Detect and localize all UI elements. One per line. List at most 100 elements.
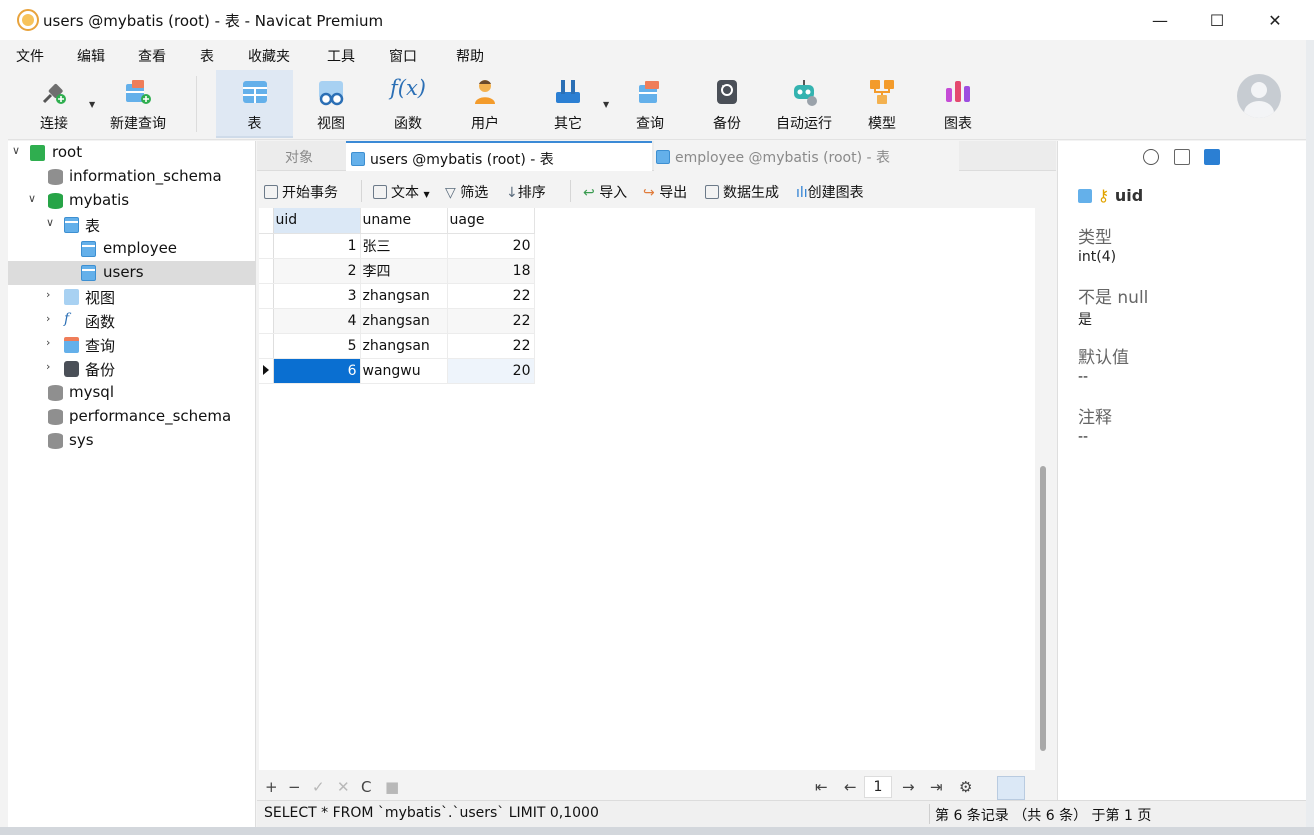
- row-header[interactable]: [259, 358, 274, 384]
- other-dropdown-icon[interactable]: ▼: [603, 100, 609, 109]
- close-button[interactable]: ✕: [1246, 0, 1304, 40]
- info-icon[interactable]: [1143, 149, 1159, 165]
- grid-view-button[interactable]: [997, 776, 1025, 800]
- sort-button[interactable]: ↓排序: [506, 182, 546, 202]
- tab-objects[interactable]: 对象: [285, 141, 313, 171]
- cell-uage[interactable]: 22: [447, 308, 535, 334]
- tree-item-information-schema[interactable]: information_schema: [8, 165, 256, 189]
- menu-tools[interactable]: 工具: [327, 46, 355, 66]
- new-query-button[interactable]: 新建查询: [102, 70, 174, 138]
- export-button[interactable]: ↪ 导出: [643, 182, 687, 202]
- previous-page-button[interactable]: ←: [844, 778, 857, 796]
- create-chart-button[interactable]: ılı创建图表: [796, 182, 864, 202]
- user-avatar[interactable]: [1237, 74, 1281, 118]
- chevron-down-icon[interactable]: ∨: [12, 144, 20, 157]
- tree-item-backups[interactable]: › 备份: [8, 357, 256, 381]
- backup-button[interactable]: 备份: [695, 70, 759, 138]
- begin-transaction-button[interactable]: 开始事务: [264, 182, 338, 202]
- menu-favorites[interactable]: 收藏夹: [248, 46, 290, 66]
- page-number-input[interactable]: 1: [864, 776, 892, 798]
- delete-record-button[interactable]: −: [288, 778, 301, 796]
- function-button[interactable]: f(x) 函数: [376, 70, 440, 138]
- row-header[interactable]: [259, 308, 274, 334]
- add-record-button[interactable]: +: [265, 778, 278, 796]
- tree-item-root[interactable]: ∨ root: [8, 141, 256, 165]
- cell-uid[interactable]: 4: [273, 308, 361, 334]
- row-header[interactable]: [259, 233, 274, 259]
- table-row[interactable]: 5 zhangsan 22: [259, 333, 535, 359]
- tree-item-performance-schema[interactable]: performance_schema: [8, 405, 256, 429]
- minimize-button[interactable]: —: [1131, 0, 1189, 40]
- tab-employee-table[interactable]: employee @mybatis (root) - 表: [654, 141, 959, 171]
- chevron-right-icon[interactable]: ›: [46, 312, 50, 325]
- cell-uname[interactable]: zhangsan: [360, 308, 448, 334]
- cell-uid[interactable]: 1: [273, 233, 361, 259]
- tree-item-tables[interactable]: ∨ 表: [8, 213, 256, 237]
- stop-button[interactable]: ■: [385, 778, 399, 796]
- cell-uname[interactable]: 张三: [360, 233, 448, 259]
- query-button[interactable]: 查询: [618, 70, 682, 138]
- row-header[interactable]: [259, 258, 274, 284]
- filter-button[interactable]: ▽ 筛选: [445, 182, 488, 202]
- last-page-button[interactable]: ⇥: [930, 778, 943, 796]
- cell-uid[interactable]: 6: [273, 358, 361, 384]
- automation-button[interactable]: 自动运行: [770, 70, 838, 138]
- menu-view[interactable]: 查看: [138, 46, 166, 66]
- cell-uname[interactable]: zhangsan: [360, 333, 448, 359]
- model-button[interactable]: 模型: [850, 70, 914, 138]
- tab-users-table[interactable]: users @mybatis (root) - 表: [346, 141, 652, 171]
- next-page-button[interactable]: →: [902, 778, 915, 796]
- table-row[interactable]: 2 李四 18: [259, 258, 535, 284]
- tree-item-views[interactable]: › 视图: [8, 285, 256, 309]
- cell-uage[interactable]: 18: [447, 258, 535, 284]
- ddl-icon[interactable]: [1174, 149, 1190, 165]
- table-button[interactable]: 表: [216, 70, 293, 138]
- tree-item-sys[interactable]: sys: [8, 429, 256, 453]
- tree-item-users[interactable]: users: [8, 261, 256, 285]
- cell-uid[interactable]: 3: [273, 283, 361, 309]
- menu-table[interactable]: 表: [200, 46, 214, 66]
- import-button[interactable]: ↩ 导入: [583, 182, 627, 202]
- table-row[interactable]: 4 zhangsan 22: [259, 308, 535, 334]
- row-header[interactable]: [259, 283, 274, 309]
- cell-uid[interactable]: 5: [273, 333, 361, 359]
- tree-item-mysql[interactable]: mysql: [8, 381, 256, 405]
- data-generation-button[interactable]: 数据生成: [705, 182, 779, 202]
- table-row-current[interactable]: 6 wangwu 20: [259, 358, 535, 384]
- tree-item-functions[interactable]: › f 函数: [8, 309, 256, 333]
- text-button[interactable]: 文本 ▼: [373, 182, 430, 202]
- cell-uname[interactable]: wangwu: [360, 358, 448, 384]
- refresh-button[interactable]: C: [361, 778, 371, 796]
- chevron-down-icon[interactable]: ∨: [46, 216, 54, 229]
- cell-uage[interactable]: 22: [447, 333, 535, 359]
- table-row[interactable]: 1 张三 20: [259, 233, 535, 259]
- form-view-button[interactable]: [1027, 776, 1055, 800]
- tree-item-mybatis[interactable]: ∨ mybatis: [8, 189, 256, 213]
- chevron-right-icon[interactable]: ›: [46, 336, 50, 349]
- field-properties-icon[interactable]: [1204, 149, 1220, 165]
- first-page-button[interactable]: ⇤: [815, 778, 828, 796]
- view-button[interactable]: 视图: [298, 70, 364, 138]
- chart-button[interactable]: 图表: [926, 70, 990, 138]
- menu-window[interactable]: 窗口: [389, 46, 417, 66]
- apply-changes-button[interactable]: ✓: [312, 778, 325, 796]
- column-header-uage[interactable]: uage: [447, 208, 535, 234]
- menu-edit[interactable]: 编辑: [77, 46, 105, 66]
- cell-uname[interactable]: 李四: [360, 258, 448, 284]
- column-header-uid[interactable]: uid: [273, 208, 361, 234]
- menu-file[interactable]: 文件: [16, 46, 44, 66]
- row-header[interactable]: [259, 333, 274, 359]
- chevron-right-icon[interactable]: ›: [46, 288, 50, 301]
- cell-uage[interactable]: 20: [447, 233, 535, 259]
- tree-item-queries[interactable]: › 查询: [8, 333, 256, 357]
- table-row[interactable]: 3 zhangsan 22: [259, 283, 535, 309]
- tree-item-employee[interactable]: employee: [8, 237, 256, 261]
- connect-dropdown-icon[interactable]: ▼: [89, 100, 95, 109]
- discard-changes-button[interactable]: ✕: [337, 778, 350, 796]
- connect-button[interactable]: 连接: [22, 70, 86, 138]
- maximize-button[interactable]: ☐: [1188, 0, 1246, 40]
- cell-uname[interactable]: zhangsan: [360, 283, 448, 309]
- settings-gear-icon[interactable]: ⚙: [959, 778, 972, 796]
- cell-uage[interactable]: 22: [447, 283, 535, 309]
- vertical-scrollbar[interactable]: [1040, 466, 1046, 751]
